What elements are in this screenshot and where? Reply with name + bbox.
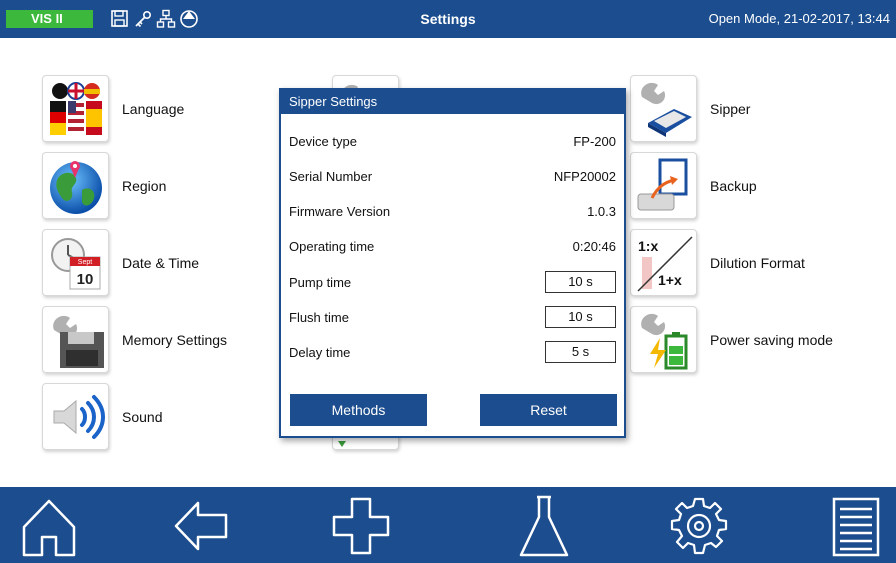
mode-date-time-status: Open Mode, 21-02-2017, 13:44 [708,11,890,26]
tile-backup-label: Backup [710,177,757,194]
home-icon[interactable] [18,495,80,557]
dilution-ratio-top: 1:x [638,238,658,254]
sync-icon [179,9,199,29]
serial-number-value: NFP20002 [553,169,616,184]
device-type-row: Device type FP-200 [289,130,616,154]
dilution-ratio-bottom: 1+x [658,272,682,288]
backup-icon [630,152,697,219]
delay-time-input[interactable]: 5 s [545,341,616,363]
bottom-nav-bar [0,487,896,563]
top-bar: VIS II Settings Open Mode, 21-02-2017, 1… [0,0,896,38]
device-type-value: FP-200 [573,134,616,149]
tile-date-time-label: Date & Time [122,254,200,271]
tile-backup[interactable]: Backup [630,152,757,219]
sipper-device-icon [630,75,697,142]
tile-memory-settings[interactable]: Memory Settings [42,306,227,373]
brand-label: VIS II [6,10,93,28]
settings-gear-icon[interactable] [668,495,730,557]
battery-bolt-icon [630,306,697,373]
pump-time-label: Pump time [289,275,352,290]
firmware-version-value: 1.0.3 [587,204,616,219]
tile-dilution-format[interactable]: 1:x 1+x Dilution Format [630,229,805,296]
calendar-month: Sept [77,259,91,266]
globe-icon [42,152,109,219]
flush-time-label: Flush time [289,310,349,325]
firmware-version-label: Firmware Version [289,204,391,219]
tile-sound[interactable]: Sound [42,383,162,450]
delay-time-label: Delay time [289,345,351,360]
device-type-label: Device type [289,134,357,149]
save-icon [110,9,130,29]
tile-sipper[interactable]: Sipper [630,75,750,142]
tile-language-label: Language [122,100,185,117]
tile-sipper-label: Sipper [710,100,751,117]
operating-time-row: Operating time 0:20:46 [289,235,616,259]
status-icons [110,9,199,29]
reset-button[interactable]: Reset [480,394,617,426]
serial-number-label: Serial Number [289,169,373,184]
add-icon[interactable] [330,495,392,557]
tile-power-saving[interactable]: Power saving mode [630,306,833,373]
delay-time-row: Delay time 5 s [289,341,616,365]
flask-icon[interactable] [513,495,575,557]
list-icon[interactable] [824,495,886,557]
key-icon [133,9,153,29]
calendar-day: 10 [76,271,93,288]
tile-language[interactable]: Language [42,75,184,142]
tile-memory-settings-label: Memory Settings [122,331,228,348]
pump-time-row: Pump time 10 s [289,271,616,295]
tile-date-time[interactable]: Sept 10 Date & Time [42,229,199,296]
tile-power-saving-label: Power saving mode [710,331,833,348]
firmware-version-row: Firmware Version 1.0.3 [289,200,616,224]
wrench-floppy-icon [42,306,109,373]
flush-time-row: Flush time 10 s [289,306,616,330]
serial-number-row: Serial Number NFP20002 [289,165,616,189]
tile-region-label: Region [122,177,167,194]
network-icon [156,9,176,29]
sipper-settings-dialog: Sipper Settings Device type FP-200 Seria… [279,88,626,438]
speaker-icon [42,383,109,450]
dialog-title: Sipper Settings [281,90,624,114]
methods-button[interactable]: Methods [290,394,427,426]
tile-sound-label: Sound [122,408,163,425]
flush-time-input[interactable]: 10 s [545,306,616,328]
dilution-icon: 1:x 1+x [630,229,697,296]
operating-time-value: 0:20:46 [572,239,616,254]
calendar-clock-icon: Sept 10 [42,229,109,296]
language-flags-icon [42,75,109,142]
tile-dilution-format-label: Dilution Format [710,254,805,271]
pump-time-input[interactable]: 10 s [545,271,616,293]
back-icon[interactable] [170,495,232,557]
tile-region[interactable]: Region [42,152,166,219]
operating-time-label: Operating time [289,239,375,254]
